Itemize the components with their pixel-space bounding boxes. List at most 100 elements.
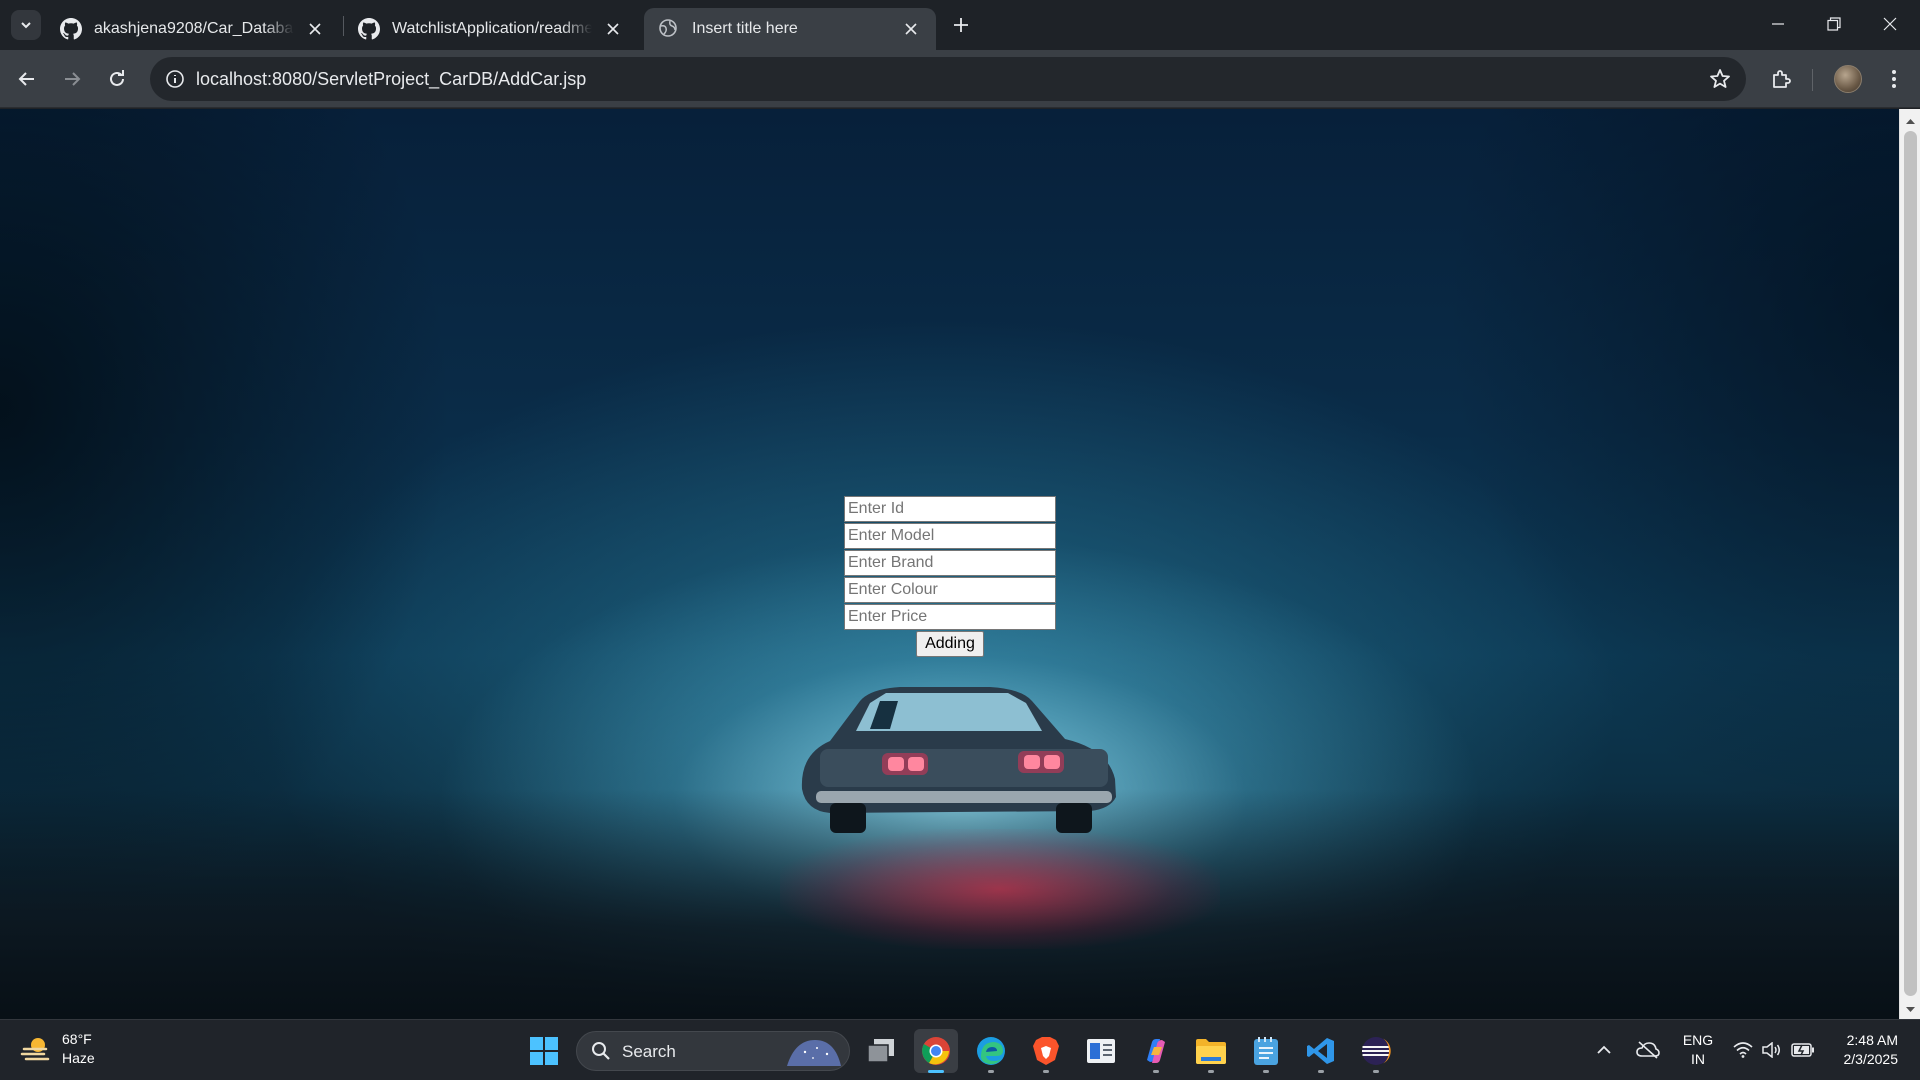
chevron-up-icon	[1596, 1045, 1612, 1055]
start-button[interactable]	[522, 1029, 566, 1073]
kebab-menu-icon	[1891, 69, 1897, 89]
github-icon	[358, 18, 380, 40]
taskbar-search[interactable]: Search	[576, 1031, 850, 1071]
running-indicator	[1318, 1070, 1324, 1073]
new-tab-button[interactable]	[946, 10, 976, 40]
search-icon	[591, 1041, 611, 1061]
close-window-button[interactable]	[1862, 0, 1918, 48]
tab-car-database[interactable]: akashjena9208/Car_Database_M	[46, 8, 340, 50]
toolbar-divider	[1812, 69, 1813, 91]
brand-input[interactable]	[844, 550, 1056, 576]
windows-logo-icon	[529, 1036, 559, 1066]
running-indicator	[1373, 1070, 1379, 1073]
search-label: Search	[622, 1042, 676, 1061]
extensions-button[interactable]	[1763, 61, 1799, 97]
profile-avatar[interactable]	[1834, 65, 1862, 93]
puzzle-icon	[1770, 68, 1792, 90]
model-input[interactable]	[844, 523, 1056, 549]
site-info-button[interactable]	[162, 66, 188, 92]
reload-icon	[108, 70, 126, 88]
plus-icon	[953, 17, 969, 33]
region-code: IN	[1691, 1051, 1705, 1067]
brave-lion-icon	[1032, 1036, 1060, 1066]
cloud-off-icon	[1636, 1041, 1660, 1059]
onedrive-status[interactable]	[1636, 1020, 1660, 1080]
reload-button[interactable]	[99, 61, 135, 97]
browser-toolbar: localhost:8080/ServletProject_CarDB/AddC…	[0, 50, 1920, 108]
close-icon[interactable]	[304, 18, 326, 40]
news-icon	[1086, 1038, 1116, 1064]
tab-title: akashjena9208/Car_Database_M	[94, 20, 294, 37]
file-explorer-app[interactable]	[1189, 1029, 1233, 1073]
add-car-form: Adding	[844, 496, 1056, 657]
close-icon	[1883, 17, 1897, 31]
copilot-app[interactable]	[1134, 1029, 1178, 1073]
chrome-app[interactable]	[914, 1029, 958, 1073]
clock-date: 2/3/2025	[1843, 1051, 1899, 1067]
vscode-icon	[1306, 1036, 1336, 1066]
id-input[interactable]	[844, 496, 1056, 522]
tray-overflow-button[interactable]	[1596, 1020, 1612, 1080]
github-icon	[60, 18, 82, 40]
running-indicator	[928, 1070, 944, 1073]
edge-icon	[976, 1036, 1006, 1066]
network-status[interactable]	[1733, 1020, 1753, 1080]
weather-condition: Haze	[62, 1050, 95, 1066]
tab-search-button[interactable]	[11, 10, 41, 40]
tab-watchlist-readme[interactable]: WatchlistApplication/readme.m	[344, 8, 638, 50]
wifi-icon	[1733, 1042, 1753, 1058]
tab-title: WatchlistApplication/readme.m	[392, 20, 592, 37]
close-icon[interactable]	[602, 18, 624, 40]
notepad-icon	[1253, 1036, 1279, 1066]
adding-submit-button[interactable]: Adding	[916, 631, 984, 657]
vscode-app[interactable]	[1299, 1029, 1343, 1073]
bookmark-star-icon[interactable]	[1708, 67, 1732, 91]
language-code: ENG	[1682, 1032, 1714, 1048]
scroll-up-arrow-icon[interactable]	[1905, 114, 1916, 125]
eclipse-app[interactable]	[1354, 1029, 1398, 1073]
colour-input[interactable]	[844, 577, 1056, 603]
close-icon[interactable]	[900, 18, 922, 40]
eclipse-icon	[1361, 1036, 1391, 1066]
speaker-icon	[1762, 1042, 1782, 1058]
system-clock[interactable]: 2:48 AM 2/3/2025	[1832, 1020, 1899, 1080]
windows-taskbar: 68°F Haze Search ENG IN 2:48 AM 2/3/2025	[0, 1019, 1920, 1080]
clock-time: 2:48 AM	[1846, 1032, 1898, 1048]
weather-temperature: 68°F	[62, 1031, 92, 1047]
volume-control[interactable]	[1762, 1020, 1782, 1080]
haze-sun-icon	[20, 1033, 52, 1065]
browser-tab-strip: akashjena9208/Car_Database_M WatchlistAp…	[0, 0, 1920, 50]
menu-button[interactable]	[1876, 61, 1912, 97]
price-input[interactable]	[844, 604, 1056, 630]
battery-status[interactable]	[1791, 1020, 1815, 1080]
scroll-down-arrow-icon[interactable]	[1905, 1002, 1916, 1013]
folder-icon	[1195, 1037, 1227, 1065]
task-view-icon	[866, 1038, 896, 1064]
restore-button[interactable]	[1806, 0, 1862, 48]
car-image	[801, 687, 1116, 833]
weather-widget[interactable]: 68°F Haze	[20, 1030, 95, 1068]
minimize-icon	[1771, 17, 1785, 31]
back-button[interactable]	[9, 61, 45, 97]
address-bar[interactable]: localhost:8080/ServletProject_CarDB/AddC…	[150, 57, 1746, 101]
brave-app[interactable]	[1024, 1029, 1068, 1073]
globe-icon	[658, 18, 680, 40]
tab-insert-title[interactable]: Insert title here	[644, 8, 936, 50]
url-text[interactable]: localhost:8080/ServletProject_CarDB/AddC…	[196, 69, 586, 90]
scrollbar-thumb[interactable]	[1904, 131, 1917, 996]
task-view-button[interactable]	[859, 1029, 903, 1073]
running-indicator	[988, 1070, 994, 1073]
minimize-button[interactable]	[1750, 0, 1806, 48]
news-app[interactable]	[1079, 1029, 1123, 1073]
running-indicator	[1208, 1070, 1214, 1073]
copilot-icon	[1141, 1036, 1171, 1066]
page-scrollbar[interactable]	[1899, 109, 1920, 1019]
edge-app[interactable]	[969, 1029, 1013, 1073]
forward-button[interactable]	[54, 61, 90, 97]
restore-icon	[1827, 17, 1841, 31]
page-viewport: Adding	[0, 109, 1899, 1019]
language-indicator[interactable]: ENG IN	[1682, 1020, 1714, 1080]
running-indicator	[1153, 1070, 1159, 1073]
notepad-app[interactable]	[1244, 1029, 1288, 1073]
tab-title: Insert title here	[692, 20, 798, 37]
